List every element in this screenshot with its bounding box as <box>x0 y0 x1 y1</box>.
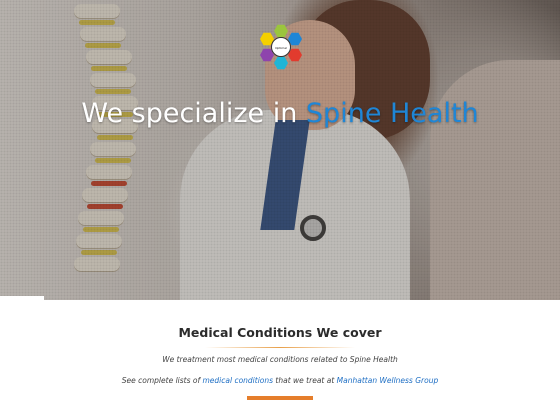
links-line-middle: that we treat at <box>273 376 337 385</box>
links-line-prefix: See complete lists of <box>121 376 203 385</box>
hero-title-prefix: We specialize in <box>81 98 306 129</box>
section-divider <box>205 347 355 348</box>
slider-indicator[interactable] <box>0 296 44 300</box>
conditions-links-line: See complete lists of medical conditions… <box>0 376 560 385</box>
logo-text: Optimal Health <box>275 46 287 50</box>
orange-accent-bar <box>247 396 313 400</box>
hero-title: We specialize in Spine Health <box>0 98 560 129</box>
section-title: Medical Conditions We cover <box>178 325 382 340</box>
hero-banner: Optimal Health We specialize in Spine He… <box>0 0 560 300</box>
hero-title-accent: Spine Health <box>305 98 479 129</box>
logo-wordmark: Optimal Health <box>271 37 291 57</box>
manhattan-wellness-group-link[interactable]: Manhattan Wellness Group <box>337 376 439 385</box>
clinic-logo[interactable]: Optimal Health <box>258 24 304 70</box>
conditions-section: Medical Conditions We cover We treatment… <box>0 300 560 400</box>
section-subtitle: We treatment most medical conditions rel… <box>162 355 398 364</box>
medical-conditions-link[interactable]: medical conditions <box>203 376 274 385</box>
